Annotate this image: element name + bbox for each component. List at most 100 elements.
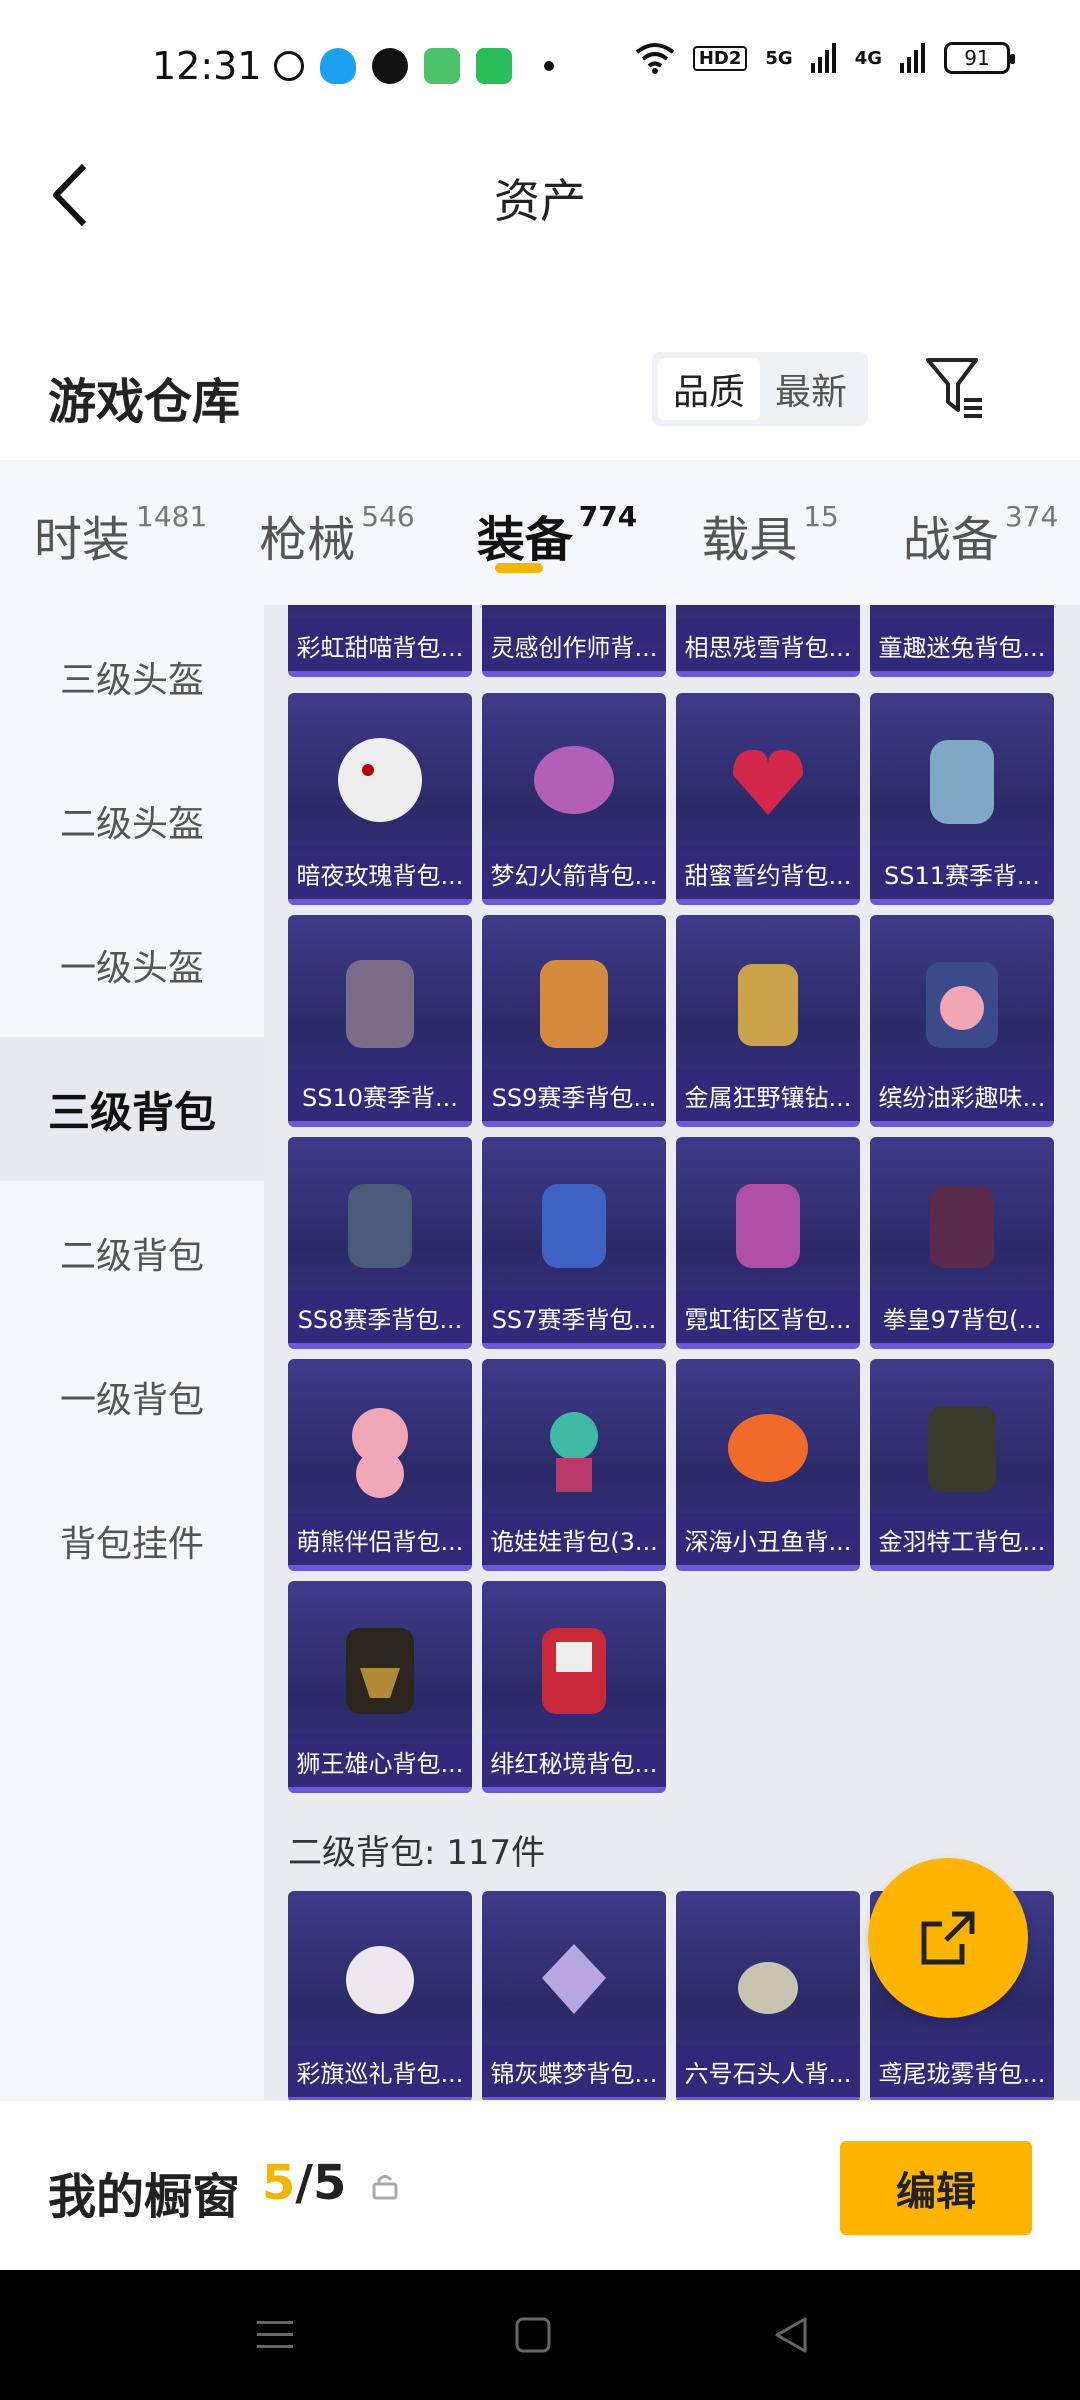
menu-icon bbox=[257, 2321, 293, 2348]
item-name: 锦灰蝶梦背包... bbox=[482, 2045, 666, 2097]
item-card[interactable]: 绯红秘境背包... bbox=[482, 1581, 666, 1793]
item-card[interactable]: SS11赛季背... bbox=[870, 693, 1054, 905]
item-card[interactable]: 暗夜玫瑰背包... bbox=[288, 693, 472, 905]
item-card[interactable]: 萌熊伴侣背包... bbox=[288, 1359, 472, 1571]
item-name: 狮王雄心背包... bbox=[288, 1735, 472, 1787]
sidebar-item-backpack-1[interactable]: 一级背包 bbox=[0, 1325, 264, 1469]
menu-button[interactable] bbox=[250, 2310, 300, 2360]
edit-button[interactable]: 编辑 bbox=[840, 2141, 1032, 2235]
notification-icons bbox=[274, 48, 554, 84]
backpack-image bbox=[502, 1603, 646, 1733]
item-name: SS7赛季背包... bbox=[482, 1291, 666, 1343]
item-card[interactable]: 诡娃娃背包(3... bbox=[482, 1359, 666, 1571]
item-name: 童趣迷兔背包... bbox=[870, 619, 1054, 671]
backpack-image bbox=[696, 605, 840, 617]
item-card[interactable]: SS10赛季背... bbox=[288, 915, 472, 1127]
tab-count: 774 bbox=[578, 500, 638, 533]
item-card[interactable]: 金属狂野镶钻... bbox=[676, 915, 860, 1127]
item-card[interactable]: SS9赛季背包... bbox=[482, 915, 666, 1127]
item-card[interactable]: 六号石头人背... bbox=[676, 1891, 860, 2100]
backpack-image bbox=[308, 715, 452, 845]
tab-count: 15 bbox=[803, 500, 839, 533]
section-title: 游戏仓库 bbox=[48, 374, 241, 430]
item-card[interactable]: 霓虹街区背包... bbox=[676, 1137, 860, 1349]
backpack-image bbox=[890, 715, 1034, 845]
item-name: 鸢尾珑雾背包... bbox=[870, 2045, 1054, 2097]
tab-label: 装备 bbox=[476, 512, 573, 568]
category-tabs: 时装 1481 枪械 546 装备 774 载具 15 战备 374 bbox=[0, 460, 1080, 605]
item-card[interactable]: SS7赛季背包... bbox=[482, 1137, 666, 1349]
backpack-image bbox=[308, 1381, 452, 1511]
filter-icon bbox=[926, 358, 982, 418]
wifi-icon bbox=[635, 43, 675, 74]
tab-fashion[interactable]: 时装 1481 bbox=[34, 460, 207, 605]
backpack-image bbox=[308, 1159, 452, 1289]
item-name: SS11赛季背... bbox=[870, 847, 1054, 899]
sidebar-item-backpack-3[interactable]: 三级背包 bbox=[0, 1037, 264, 1181]
home-button[interactable] bbox=[508, 2310, 558, 2360]
sort-latest-button[interactable]: 最新 bbox=[760, 358, 862, 420]
item-name: 萌熊伴侣背包... bbox=[288, 1513, 472, 1565]
item-card[interactable]: 深海小丑鱼背... bbox=[676, 1359, 860, 1571]
item-card[interactable]: SS8赛季背包... bbox=[288, 1137, 472, 1349]
backpack-image bbox=[502, 1381, 646, 1511]
phone-icon bbox=[476, 48, 512, 84]
tab-guns[interactable]: 枪械 546 bbox=[259, 460, 414, 605]
item-card[interactable]: 相思残雪背包... bbox=[676, 605, 860, 677]
chat-bubble-icon bbox=[274, 51, 304, 81]
item-card[interactable]: 梦幻火箭背包... bbox=[482, 693, 666, 905]
app-header: 资产 bbox=[0, 135, 1080, 260]
item-card[interactable]: 彩虹甜喵背包... bbox=[288, 605, 472, 677]
item-name: SS9赛季背包... bbox=[482, 1069, 666, 1121]
sidebar-item-backpack-pendant[interactable]: 背包挂件 bbox=[0, 1469, 264, 1613]
tab-label: 载具 bbox=[701, 512, 798, 568]
item-name: 深海小丑鱼背... bbox=[676, 1513, 860, 1565]
tab-count: 546 bbox=[361, 500, 415, 533]
item-card[interactable]: 灵感创作师背... bbox=[482, 605, 666, 677]
home-square-icon bbox=[515, 2317, 551, 2353]
backpack-image bbox=[308, 937, 452, 1067]
item-card[interactable]: 拳皇97背包(... bbox=[870, 1137, 1054, 1349]
backpack-image bbox=[502, 937, 646, 1067]
tab-equipment[interactable]: 装备 774 bbox=[477, 460, 637, 605]
item-card[interactable]: 金羽特工背包... bbox=[870, 1359, 1054, 1571]
qq-penguin-icon bbox=[320, 48, 356, 84]
backpack-image bbox=[696, 715, 840, 845]
back-nav-button[interactable] bbox=[766, 2310, 816, 2360]
item-name: 梦幻火箭背包... bbox=[482, 847, 666, 899]
tab-count: 374 bbox=[1004, 500, 1059, 533]
tab-vehicles[interactable]: 载具 15 bbox=[701, 460, 839, 605]
item-card[interactable]: 童趣迷兔背包... bbox=[870, 605, 1054, 677]
showcase-bar: 我的橱窗 5/5 编辑 bbox=[0, 2100, 1080, 2270]
tab-supplies[interactable]: 战备 374 bbox=[903, 460, 1058, 605]
showcase-separator: / bbox=[295, 2155, 313, 2211]
item-name: 金羽特工背包... bbox=[870, 1513, 1054, 1565]
item-card[interactable]: 狮王雄心背包... bbox=[288, 1581, 472, 1793]
hd-badge: HD2 bbox=[692, 45, 748, 71]
signal-bars-icon bbox=[900, 43, 925, 73]
showcase-current: 5 bbox=[262, 2155, 296, 2211]
item-name: 灵感创作师背... bbox=[482, 619, 666, 671]
item-name: 缤纷油彩趣味... bbox=[870, 1069, 1054, 1121]
signal-5g-icon: 5G bbox=[765, 47, 793, 69]
showcase-total: 5 bbox=[312, 2155, 347, 2211]
share-fab-button[interactable] bbox=[868, 1858, 1028, 2018]
filter-button[interactable] bbox=[920, 352, 990, 422]
backpack-image bbox=[502, 1913, 646, 2043]
item-card[interactable]: 彩旗巡礼背包... bbox=[288, 1891, 472, 2100]
sidebar-item-helmet-1[interactable]: 一级头盔 bbox=[0, 893, 264, 1037]
item-name: 甜蜜誓约背包... bbox=[676, 847, 860, 899]
sidebar-item-backpack-2[interactable]: 二级背包 bbox=[0, 1181, 264, 1325]
sidebar-item-helmet-2[interactable]: 二级头盔 bbox=[0, 749, 264, 893]
item-card[interactable]: 锦灰蝶梦背包... bbox=[482, 1891, 666, 2100]
sort-quality-button[interactable]: 品质 bbox=[658, 358, 760, 420]
sidebar-item-helmet-3[interactable]: 三级头盔 bbox=[0, 605, 264, 749]
item-card[interactable]: 缤纷油彩趣味... bbox=[870, 915, 1054, 1127]
backpack-image bbox=[502, 715, 646, 845]
backpack-image bbox=[696, 1381, 840, 1511]
backpack-image bbox=[890, 937, 1034, 1067]
message-icon bbox=[424, 48, 460, 84]
showcase-count: 5/5 bbox=[262, 2155, 346, 2211]
share-icon bbox=[921, 1911, 975, 1965]
item-card[interactable]: 甜蜜誓约背包... bbox=[676, 693, 860, 905]
